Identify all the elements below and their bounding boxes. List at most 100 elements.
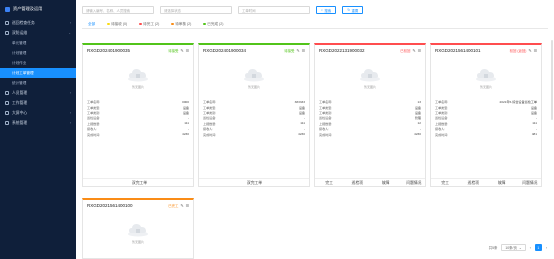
card-image-placeholder: 暂无图片	[83, 210, 193, 254]
field-label: 接收人:	[203, 127, 214, 132]
tab-label: 全部	[88, 21, 96, 26]
status-tabs: 全部 待接收 (0) 待完工 (2) 待审核 (2) 已完成 (2)	[82, 20, 548, 29]
tab-label: 已完成 (2)	[207, 21, 224, 26]
field-value: -	[303, 126, 305, 131]
edit-icon[interactable]: ✎	[412, 48, 415, 53]
card-image-placeholder: 暂无图片	[83, 55, 193, 99]
tab-status[interactable]: 已完成 (2)	[197, 22, 229, 27]
field-label: 完成时间:	[203, 132, 217, 137]
menu-icon[interactable]: ☰	[186, 48, 189, 53]
no-image-icon	[244, 69, 264, 82]
search-button[interactable]: ⌕ 搜索	[316, 6, 337, 14]
order-id: RXGD2021561400101	[435, 47, 481, 53]
field-label: 工单类别:	[319, 110, 333, 115]
no-image-icon	[360, 69, 380, 82]
sidebar-subitem-units[interactable]: 单元管理	[0, 38, 76, 48]
sidebar-item-label: 工作管理	[12, 100, 28, 105]
field-value: 4230	[414, 132, 421, 137]
menu-icon[interactable]: ☰	[534, 48, 537, 53]
field-label: 接收人:	[435, 127, 446, 132]
app-title: 资产管理及运用	[13, 6, 43, 11]
sidebar-subitem-statistics[interactable]: 统计管理	[0, 78, 76, 88]
field-label: 工单类别:	[435, 110, 449, 115]
field-label: 工单类型:	[203, 105, 217, 110]
filter-toolbar: 请输入编号、名称、人员搜索 请选择状态 工单时间 ⌕ 搜索 ↻ 重置	[82, 5, 364, 15]
field-label: 上报数量:	[203, 121, 217, 126]
field-label: 巡检设备:	[435, 116, 449, 121]
sidebar-item-system[interactable]: 系统管理 ›	[0, 118, 76, 128]
tab-status[interactable]: 待接收 (0)	[101, 22, 133, 27]
edit-icon[interactable]: ✎	[296, 48, 299, 53]
date-picker[interactable]: 工单时间	[238, 6, 310, 14]
edit-icon[interactable]: ✎	[180, 48, 183, 53]
card-header: RXGD2022131900032 已驳回 ✎ ☰	[315, 45, 425, 55]
app-logo[interactable]: 资产管理及运用	[0, 0, 76, 18]
tab-status[interactable]: 待完工 (2)	[133, 22, 165, 27]
field-label: 完成时间:	[319, 132, 333, 137]
status-select[interactable]: 请选择状态	[160, 6, 232, 14]
sidebar-item-inspection[interactable]: 巡回检查任务 ›	[0, 18, 76, 28]
menu-icon[interactable]: ☰	[186, 203, 189, 208]
work-order-card[interactable]: RXGD2022131900032 已驳回 ✎ ☰ 暂无图片 工单名称: 13 工单类型: 设备…	[314, 43, 426, 187]
reset-button-label: 重置	[351, 8, 359, 13]
prev-page-button[interactable]: ‹	[530, 246, 531, 250]
chevron-right-icon: ›	[69, 121, 71, 125]
foot-cell: 完工	[325, 180, 333, 185]
search-icon: ⌕	[321, 8, 323, 12]
edit-icon[interactable]: ✎	[528, 48, 531, 53]
page-number-current[interactable]: 1	[534, 244, 542, 251]
chevron-down-icon: ⌄	[518, 245, 522, 250]
card-header: RXGD202401900034 待接受 ✎ ☰	[199, 45, 309, 55]
sidebar-subitem-plan-orders[interactable]: 计划工单管理	[0, 68, 76, 78]
sidebar-item-dashboard[interactable]: 大屏中心 ›	[0, 108, 76, 118]
field-value: 设备	[530, 105, 537, 110]
field-row: 完成时间: 4230	[319, 131, 421, 137]
status-badge: 驳回 (返回)	[509, 48, 527, 53]
sidebar-item-work[interactable]: 工作管理	[0, 98, 76, 108]
sidebar-subitem-plans[interactable]: 计划管理	[0, 48, 76, 58]
no-image-icon	[128, 69, 148, 82]
reset-button[interactable]: ↻ 重置	[342, 6, 364, 14]
field-label: 巡检设备:	[87, 116, 101, 121]
search-button-label: 搜索	[324, 8, 332, 13]
field-value: -	[187, 126, 189, 131]
scrollbar[interactable]	[551, 40, 553, 120]
foot-cell: 故障	[497, 180, 506, 185]
work-order-card[interactable]: RXGD2021561400100 已完工 ✎ ☰ 暂无图片	[82, 198, 194, 259]
field-label: 工单类别:	[203, 110, 217, 115]
field-value: 383333	[294, 99, 305, 104]
sidebar-item-dual-ops[interactable]: 双防运维 ⌄	[0, 28, 76, 38]
field-value: 111	[300, 121, 305, 126]
tab-label: 待完工 (2)	[143, 21, 160, 26]
work-order-card[interactable]: RXGD202401900034 待接受 ✎ ☰ 暂无图片 工单名称: 383333 工单类型…	[198, 43, 310, 187]
sidebar-subitem-plan-work[interactable]: 计划作业	[0, 58, 76, 68]
page-size-label: 10条/页	[505, 246, 517, 250]
menu-icon[interactable]: ☰	[302, 48, 305, 53]
field-label: 工单名称:	[435, 100, 449, 105]
tab-status[interactable]: 全部	[82, 22, 101, 27]
field-label: 巡检设备:	[319, 116, 333, 121]
page-size-select[interactable]: 10条/页 ⌄	[501, 244, 526, 251]
work-order-card[interactable]: RXGD2021561400101 驳回 (返回) ✎ ☰ 暂无图片 工单名称: 2021年…	[430, 43, 542, 187]
briefcase-icon	[5, 101, 9, 105]
refresh-icon: ↻	[347, 8, 351, 12]
search-input[interactable]: 请输入编号、名称、人员搜索	[82, 6, 154, 14]
field-value: 2021年5-综合设备巡检工单	[499, 100, 537, 105]
status-dot-icon	[203, 22, 206, 26]
edit-icon[interactable]: ✎	[180, 203, 183, 208]
card-header: RXGD202401900035 待接受 ✎ ☰	[83, 45, 193, 55]
field-value: -	[535, 126, 537, 131]
tools-icon	[5, 31, 9, 35]
no-image-text: 暂无图片	[247, 85, 260, 89]
menu-icon[interactable]: ☰	[418, 48, 421, 53]
card-image-placeholder: 暂无图片	[431, 55, 541, 99]
next-page-button[interactable]: ›	[546, 246, 547, 250]
work-order-card[interactable]: RXGD202401900035 待接受 ✎ ☰ 暂无图片 工单名称: 0000 工单类型: 设…	[82, 43, 194, 187]
field-value: 设备	[414, 110, 421, 115]
foot-cell: 问题情况	[406, 180, 422, 185]
tab-status[interactable]: 待审核 (2)	[165, 22, 197, 27]
field-label: 工单类型:	[435, 105, 449, 110]
sidebar-item-personnel[interactable]: 人员管理 ›	[0, 88, 76, 98]
field-value: 12	[417, 121, 421, 126]
foot-cell: 巡检项	[467, 180, 480, 185]
